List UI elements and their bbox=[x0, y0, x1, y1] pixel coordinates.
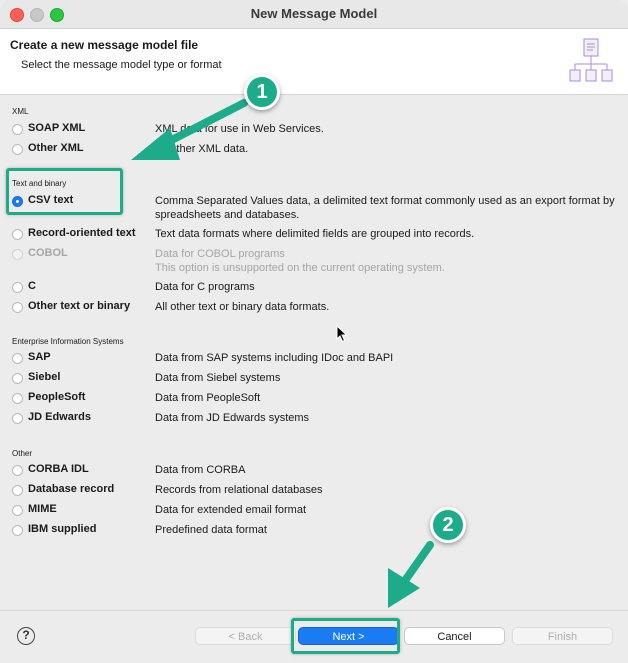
option-peoplesoft[interactable]: PeopleSoft Data from PeopleSoft bbox=[12, 390, 612, 408]
option-jd-edwards[interactable]: JD Edwards Data from JD Edwards systems bbox=[12, 410, 612, 428]
new-message-model-dialog: New Message Model Create a new message m… bbox=[0, 0, 628, 663]
option-description-note: This option is unsupported on the curren… bbox=[155, 262, 445, 274]
wizard-title: Create a new message model file bbox=[10, 38, 199, 52]
option-label: Other XML bbox=[28, 142, 84, 154]
group-title-other: Other bbox=[12, 449, 33, 458]
group-title-eis: Enterprise Information Systems bbox=[12, 337, 124, 346]
radio-mime[interactable] bbox=[12, 505, 23, 516]
option-description: Predefined data format bbox=[155, 524, 267, 536]
option-label: SOAP XML bbox=[28, 122, 86, 134]
option-description-line: Data for COBOL programs bbox=[155, 248, 285, 260]
back-button: < Back bbox=[195, 627, 296, 645]
option-database-record[interactable]: Database record Records from relational … bbox=[12, 482, 612, 500]
option-label: CORBA IDL bbox=[28, 463, 89, 475]
option-label: COBOL bbox=[28, 247, 68, 259]
option-description: Data from PeopleSoft bbox=[155, 392, 261, 404]
option-label: C bbox=[28, 280, 36, 292]
radio-soap-xml[interactable] bbox=[12, 124, 23, 135]
option-label: Record-oriented text bbox=[28, 227, 136, 239]
wizard-subtitle: Select the message model type or format bbox=[21, 59, 222, 71]
option-corba-idl[interactable]: CORBA IDL Data from CORBA bbox=[12, 462, 612, 480]
radio-cobol bbox=[12, 249, 23, 260]
option-label: SAP bbox=[28, 351, 51, 363]
option-mime[interactable]: MIME Data for extended email format bbox=[12, 502, 612, 520]
option-description: Records from relational databases bbox=[155, 484, 323, 496]
highlight-box-next-button bbox=[291, 618, 400, 654]
option-other-text-binary[interactable]: Other text or binary All other text or b… bbox=[12, 299, 612, 317]
option-label: IBM supplied bbox=[28, 523, 97, 535]
radio-database-record[interactable] bbox=[12, 485, 23, 496]
step-1-badge: 1 bbox=[244, 74, 280, 110]
option-cobol: COBOL Data for COBOL programs This optio… bbox=[12, 246, 612, 274]
radio-siebel[interactable] bbox=[12, 373, 23, 384]
option-description: All other XML data. bbox=[155, 143, 249, 155]
option-label: Siebel bbox=[28, 371, 61, 383]
option-other-xml[interactable]: Other XML All other XML data. bbox=[12, 141, 612, 159]
message-model-hierarchy-icon bbox=[569, 38, 613, 82]
window-title: New Message Model bbox=[250, 6, 378, 21]
cancel-button[interactable]: Cancel bbox=[404, 627, 505, 645]
radio-other-text-binary[interactable] bbox=[12, 302, 23, 313]
radio-sap[interactable] bbox=[12, 353, 23, 364]
option-record-oriented-text[interactable]: Record-oriented text Text data formats w… bbox=[12, 226, 612, 244]
option-label: Other text or binary bbox=[28, 300, 131, 312]
radio-peoplesoft[interactable] bbox=[12, 393, 23, 404]
step-2-badge: 2 bbox=[430, 507, 466, 543]
option-description: Comma Separated Values data, a delimited… bbox=[155, 195, 615, 221]
help-button[interactable]: ? bbox=[17, 627, 35, 645]
option-description: Data from CORBA bbox=[155, 464, 246, 476]
option-ibm-supplied[interactable]: IBM supplied Predefined data format bbox=[12, 522, 612, 540]
highlight-box-csv-text bbox=[6, 168, 123, 215]
wizard-header: Create a new message model file Select t… bbox=[0, 29, 628, 95]
radio-record-oriented-text[interactable] bbox=[12, 229, 23, 240]
option-description: Text data formats where delimited fields… bbox=[155, 228, 475, 240]
option-description: Data from Siebel systems bbox=[155, 372, 281, 384]
option-label: JD Edwards bbox=[28, 411, 91, 423]
option-description: Data for C programs bbox=[155, 281, 255, 293]
option-description: All other text or binary data formats. bbox=[155, 301, 330, 313]
option-sap[interactable]: SAP Data from SAP systems including IDoc… bbox=[12, 350, 612, 368]
option-soap-xml[interactable]: SOAP XML XML data for use in Web Service… bbox=[12, 121, 612, 139]
option-c[interactable]: C Data for C programs bbox=[12, 279, 612, 297]
option-description: Data from SAP systems including IDoc and… bbox=[155, 352, 394, 364]
option-label: MIME bbox=[28, 503, 57, 515]
option-description: Data for COBOL programs This option is u… bbox=[155, 247, 625, 275]
option-label: Database record bbox=[28, 483, 115, 495]
title-bar: New Message Model bbox=[0, 0, 628, 29]
radio-c[interactable] bbox=[12, 282, 23, 293]
option-description: Data for extended email format bbox=[155, 504, 307, 516]
option-label: PeopleSoft bbox=[28, 391, 86, 403]
finish-button: Finish bbox=[512, 627, 613, 645]
option-description: XML data for use in Web Services. bbox=[155, 123, 324, 135]
radio-corba-idl[interactable] bbox=[12, 465, 23, 476]
radio-ibm-supplied[interactable] bbox=[12, 525, 23, 536]
group-title-xml: XML bbox=[12, 107, 29, 116]
mouse-pointer-icon bbox=[336, 325, 348, 343]
radio-other-xml[interactable] bbox=[12, 144, 23, 155]
option-siebel[interactable]: Siebel Data from Siebel systems bbox=[12, 370, 612, 388]
radio-jd-edwards[interactable] bbox=[12, 413, 23, 424]
option-description: Data from JD Edwards systems bbox=[155, 412, 310, 424]
